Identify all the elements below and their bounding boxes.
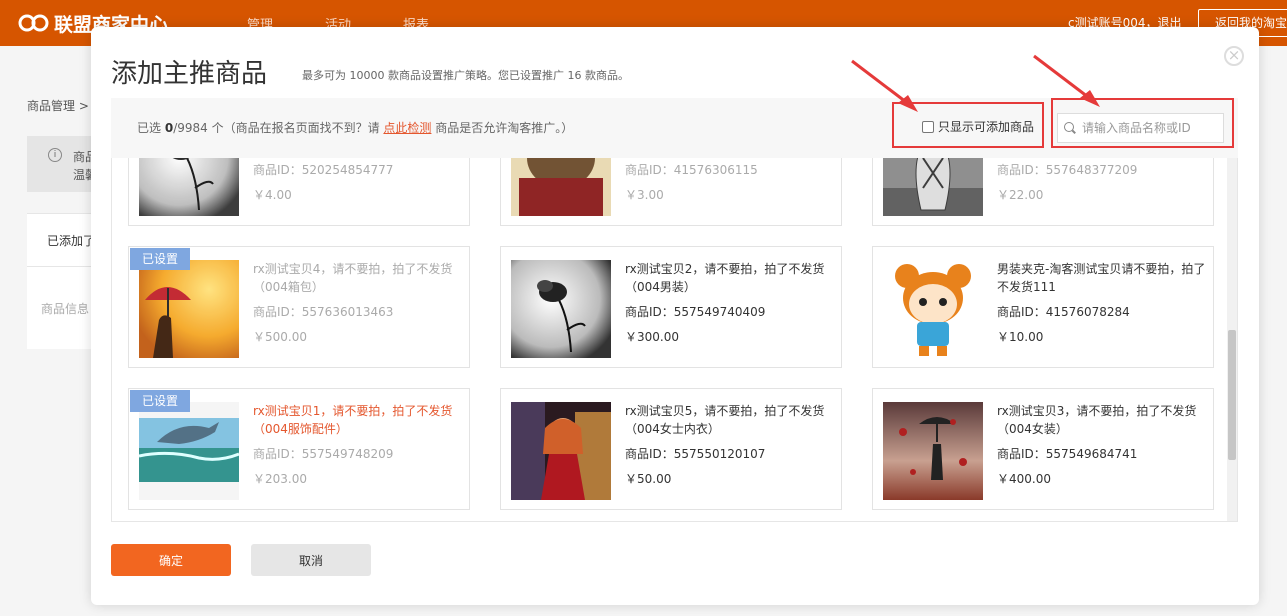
selected-hint-suffix: 商品是否允许淘客推广。） [431,121,574,135]
selected-hint: （商品在报名页面找不到？请 [223,121,384,135]
search-icon [1064,122,1076,134]
anime-girl-icon [511,402,611,500]
confirm-button[interactable]: 确定 [111,544,231,576]
selected-count: 0 [164,121,174,135]
product-id: 商品ID：557549684741 [997,447,1138,461]
selected-prefix: 已选 [137,121,165,135]
product-image [511,260,611,358]
selected-count-text: 已选 0/9984 个（商品在报名页面找不到？请 点此检测 商品是否允许淘客推广… [137,119,573,136]
flower-icon [139,158,239,216]
product-price: ￥500.00 [253,330,307,344]
product-image [139,158,239,216]
product-price: ￥50.00 [625,472,672,486]
product-price: ￥22.00 [997,188,1044,202]
modal-title: 添加主推商品 [111,59,268,89]
product-name: rx测试宝贝5，请不要拍，拍了不发货（004女士内衣） [625,404,825,436]
annotation-arrow-icon [851,59,918,112]
product-card: 商品ID：557648377209 ￥22.00 [872,158,1214,226]
scrollbar[interactable] [1227,158,1237,521]
product-name: rx测试宝贝1，请不要拍，拍了不发货（004服饰配件） [253,404,453,436]
product-price: ￥3.00 [625,188,664,202]
product-card[interactable]: 男装夹克-淘客测试宝贝请不要拍，拍了不发货111 商品ID：41576078284… [872,246,1214,368]
product-image [883,402,983,500]
product-image [883,158,983,216]
product-list[interactable]: 商品ID：520254854777 ￥4.00 商品ID：41576306115 ￥3… [111,158,1238,522]
product-price: ￥10.00 [997,330,1044,344]
add-featured-product-modal: 添加主推商品 最多可为 10000 款商品设置推广策略。您已设置推广 16 款商… [91,27,1259,605]
selected-total: /9984 个 [173,121,224,135]
dolphin-icon [139,402,239,500]
product-card: 商品ID：41576306115 ￥3.00 [500,158,842,226]
product-price: ￥4.00 [253,188,292,202]
product-name: rx测试宝贝2，请不要拍，拍了不发货（004男装） [625,262,825,294]
breadcrumb[interactable]: 商品管理 > [27,97,89,114]
info-icon: i [48,148,62,162]
product-id: 商品ID：557648377209 [997,163,1138,177]
modal-subtitle: 最多可为 10000 款商品设置推广策略。您已设置推广 16 款商品。 [302,69,629,82]
cartoon-girl-icon [883,260,983,358]
close-icon[interactable]: × [1224,46,1244,66]
product-name: 男装夹克-淘客测试宝贝请不要拍，拍了不发货111 [997,262,1206,294]
umbrella-icon [139,260,239,358]
teddy-bear-icon [511,158,611,216]
only-addable-checkbox[interactable]: 只显示可添加商品 [922,118,1034,135]
search-field[interactable] [1057,113,1224,143]
product-id: 商品ID：41576306115 [625,163,758,177]
product-card[interactable]: rx测试宝贝3，请不要拍，拍了不发货（004女装） 商品ID：5575496847… [872,388,1214,510]
annotation-arrow-icon [1033,54,1100,107]
product-image [139,260,239,358]
search-input[interactable] [1082,121,1212,135]
panel-text: 商品信息 [41,302,90,316]
product-price: ￥300.00 [625,330,679,344]
vase-icon [883,158,983,216]
status-badge: 已设置 [130,390,190,412]
product-id: 商品ID：520254854777 [253,163,394,177]
status-badge: 已设置 [130,248,190,270]
product-id: 商品ID：557549740409 [625,305,766,319]
product-image [139,402,239,500]
cancel-button[interactable]: 取消 [251,544,371,576]
product-name: rx测试宝贝4，请不要拍，拍了不发货（004箱包） [253,262,453,294]
umbrella-leaves-icon [883,402,983,500]
product-card[interactable]: rx测试宝贝2，请不要拍，拍了不发货（004男装） 商品ID：5575497404… [500,246,842,368]
product-name: rx测试宝贝3，请不要拍，拍了不发货（004女装） [997,404,1197,436]
product-card[interactable]: rx测试宝贝5，请不要拍，拍了不发货（004女士内衣） 商品ID：55755012… [500,388,842,510]
product-price: ￥400.00 [997,472,1051,486]
product-price: ￥203.00 [253,472,307,486]
panel-text: 已添加了 [47,234,96,248]
product-id: 商品ID：557550120107 [625,447,766,461]
logo-icon [18,12,50,34]
product-id: 商品ID：557549748209 [253,447,394,461]
flower-icon [511,260,611,358]
scrollbar-thumb[interactable] [1228,330,1236,460]
product-id: 商品ID：41576078284 [997,305,1130,319]
checkbox-icon[interactable] [922,120,934,133]
product-image [511,402,611,500]
check-link[interactable]: 点此检测 [383,121,431,135]
product-image [883,260,983,358]
product-id: 商品ID：557636013463 [253,305,394,319]
product-image [511,158,611,216]
product-card: 已设置 rx测试宝贝4，请不要拍，拍了不发货（004箱包） 商品ID：5576360… [128,246,470,368]
only-addable-label: 只显示可添加商品 [938,120,1035,134]
product-card: 已设置 rx测试宝贝1，请不要拍，拍了不发货（004服饰配件） 商品ID：55754… [128,388,470,510]
product-card: 商品ID：520254854777 ￥4.00 [128,158,470,226]
